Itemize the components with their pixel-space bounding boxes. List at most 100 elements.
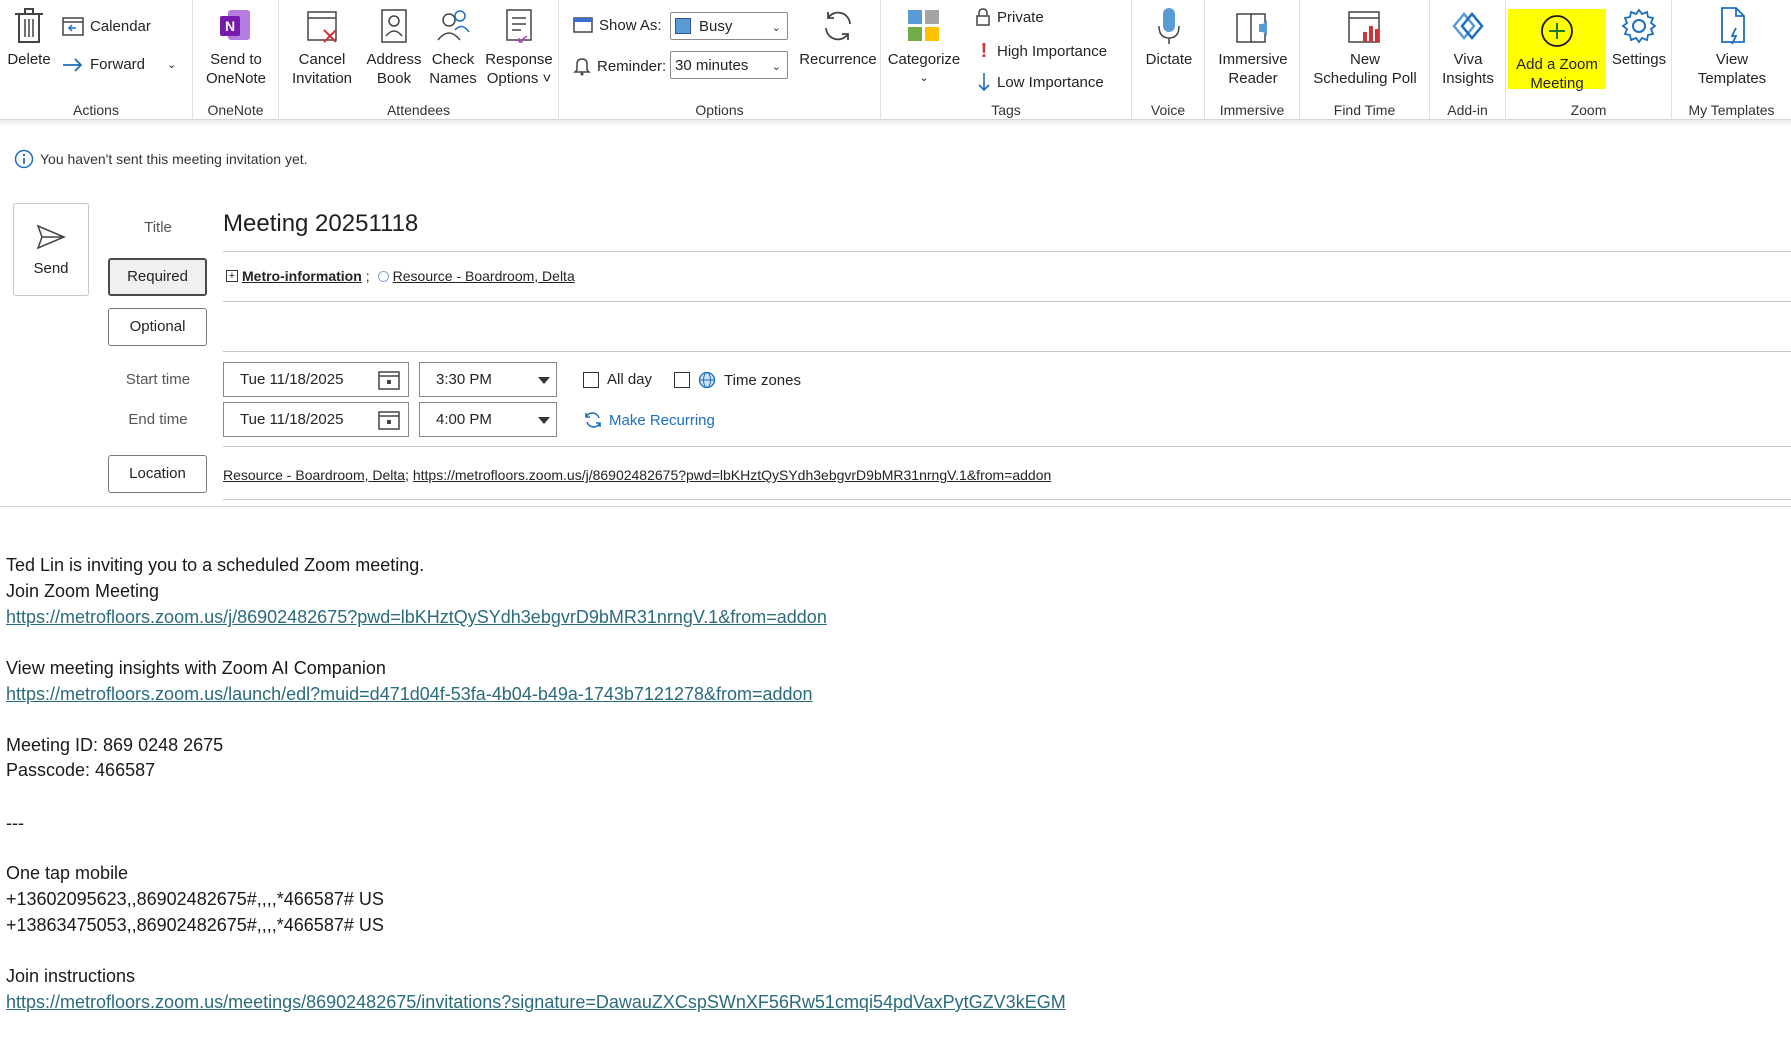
body-join-heading: Join Zoom Meeting <box>6 581 160 601</box>
body-separator <box>0 506 1791 507</box>
group-label-actions: Actions <box>73 102 119 118</box>
categorize-label: Categorize <box>887 51 961 68</box>
send-button[interactable]: Send <box>13 203 89 296</box>
high-importance-label: High Importance <box>997 43 1108 60</box>
immersive-reader-icon <box>1236 13 1267 43</box>
join-instructions-link[interactable]: https://metrofloors.zoom.us/meetings/869… <box>6 992 1066 1013</box>
required-underline <box>223 301 1791 302</box>
optional-underline <box>223 351 1791 352</box>
all-day-label: All day <box>607 371 653 388</box>
high-importance-button[interactable]: ! High Importance <box>977 40 1107 63</box>
lock-icon <box>976 8 990 26</box>
chevron-down-icon: ⌄ <box>771 61 781 73</box>
new-scheduling-poll-button[interactable]: New Scheduling Poll <box>1302 6 1428 88</box>
end-date-value: Tue 11/18/2025 <box>240 411 344 428</box>
send-to-onenote-label-1: Send to <box>210 51 262 68</box>
caret-down-icon <box>538 377 550 384</box>
time-underline <box>223 446 1791 447</box>
expand-plus-icon[interactable]: + <box>226 270 238 282</box>
view-templates-button[interactable]: View Templates <box>1686 6 1778 88</box>
end-time-dropdown[interactable]: 4:00 PM <box>419 402 557 437</box>
viva-insights-button[interactable]: Viva Insights <box>1432 6 1504 88</box>
recurrence-icon <box>585 412 601 428</box>
calendar-picker-icon[interactable] <box>378 410 400 430</box>
meeting-id-text: Meeting ID: 869 0248 2675 <box>6 735 224 755</box>
address-book-label-2: Book <box>376 70 412 87</box>
zoom-settings-button[interactable]: Settings <box>1608 6 1670 69</box>
group-label-attendees: Attendees <box>386 102 451 118</box>
group-label-immersive: Immersive <box>1219 102 1285 118</box>
phone-number-2: +13863475053,,86902482675#,,,,*466587# U… <box>6 915 384 935</box>
group-label-tags: Tags <box>991 102 1021 118</box>
categorize-button[interactable]: Categorize ⌄ <box>885 6 963 88</box>
send-to-onenote-button[interactable]: N Send to OneNote <box>197 6 275 88</box>
forward-button[interactable]: Forward ⌄ <box>62 56 176 73</box>
show-as-icon <box>573 17 593 33</box>
private-button[interactable]: Private <box>975 8 1044 26</box>
location-resource: Resource - Boardroom, Delta <box>223 467 406 483</box>
title-input[interactable]: Meeting 20251118 <box>223 210 418 238</box>
group-templates: View Templates My Templates <box>1672 0 1791 120</box>
all-day-box[interactable] <box>583 371 599 388</box>
forward-label: Forward <box>90 56 146 73</box>
immersive-reader-button[interactable]: Immersive Reader <box>1207 6 1299 88</box>
private-label: Private <box>997 8 1044 26</box>
group-onenote: N Send to OneNote OneNote <box>193 0 279 120</box>
show-as-dropdown[interactable]: Busy ⌄ <box>670 12 788 40</box>
forward-arrow-icon <box>63 57 83 72</box>
low-importance-button[interactable]: Low Importance <box>977 72 1104 92</box>
response-options-icon <box>506 9 532 43</box>
insights-link[interactable]: https://metrofloors.zoom.us/launch/edl?m… <box>6 684 813 705</box>
start-time-dropdown[interactable]: 3:30 PM <box>419 362 557 397</box>
title-label: Title <box>144 219 172 236</box>
view-templates-label-1: View <box>1715 51 1749 68</box>
attendee-metro-information[interactable]: Metro-information <box>242 268 362 284</box>
calendar-picker-icon[interactable] <box>378 370 400 390</box>
group-tags: Categorize ⌄ Private ! High Importance L… <box>881 0 1132 120</box>
location-input[interactable]: Resource - Boardroom, Delta; https://met… <box>223 467 1051 483</box>
all-day-checkbox[interactable]: All day <box>583 371 652 388</box>
reminder-dropdown[interactable]: 30 minutes ⌄ <box>670 51 788 79</box>
address-book-icon <box>381 9 407 43</box>
location-button[interactable]: Location <box>108 455 207 493</box>
cancel-invitation-button[interactable]: Cancel Invitation <box>279 6 365 88</box>
attendee-separator: ; <box>365 268 370 284</box>
cancel-invitation-label-2: Invitation <box>291 70 353 87</box>
response-options-button[interactable]: Response Options ˅ <box>479 6 559 88</box>
show-as-value: Busy <box>699 17 733 35</box>
recurrence-button[interactable]: Recurrence <box>795 6 881 69</box>
chevron-down-icon[interactable]: ⌄ <box>167 58 176 71</box>
caret-down-icon <box>538 417 550 424</box>
bell-icon <box>573 58 591 76</box>
end-date-input[interactable]: Tue 11/18/2025 <box>223 402 409 437</box>
group-addin: Viva Insights Add-in <box>1430 0 1506 120</box>
ribbon-shadow <box>0 120 1791 126</box>
time-zones-box[interactable] <box>674 372 690 388</box>
required-attendees-field[interactable]: + Metro-information ; Resource - Boardro… <box>226 268 575 284</box>
start-date-input[interactable]: Tue 11/18/2025 <box>223 362 409 397</box>
scheduling-poll-icon <box>1348 11 1380 43</box>
svg-text:N: N <box>225 18 235 34</box>
address-book-label-1: Address <box>366 51 422 68</box>
delete-button[interactable]: Delete <box>6 6 52 69</box>
title-underline <box>223 251 1791 252</box>
gear-icon <box>1621 8 1657 44</box>
optional-button[interactable]: Optional <box>108 308 207 346</box>
address-book-button[interactable]: Address Book <box>363 6 425 88</box>
required-button[interactable]: Required <box>108 258 207 296</box>
time-zones-checkbox[interactable]: Time zones <box>674 371 801 389</box>
dictate-button[interactable]: Dictate <box>1136 6 1202 69</box>
make-recurring-button[interactable]: Make Recurring <box>583 411 715 429</box>
attendee-resource-boardroom[interactable]: Resource - Boardroom, Delta <box>393 268 575 284</box>
new-scheduling-poll-label-2: Scheduling Poll <box>1313 70 1417 87</box>
add-zoom-meeting-label-2: Meeting <box>1530 75 1584 92</box>
globe-icon <box>698 371 716 389</box>
join-meeting-link[interactable]: https://metrofloors.zoom.us/j/8690248267… <box>6 607 827 628</box>
add-zoom-meeting-button[interactable]: Add a Zoom Meeting <box>1508 9 1606 92</box>
calendar-button[interactable]: Calendar <box>62 16 151 36</box>
check-names-button[interactable]: Check Names <box>425 6 481 88</box>
trash-icon <box>15 8 43 43</box>
location-zoom-link[interactable]: https://metrofloors.zoom.us/j/8690248267… <box>413 467 1051 483</box>
body-divider: --- <box>6 813 24 833</box>
reminder-value: 30 minutes <box>675 56 749 74</box>
